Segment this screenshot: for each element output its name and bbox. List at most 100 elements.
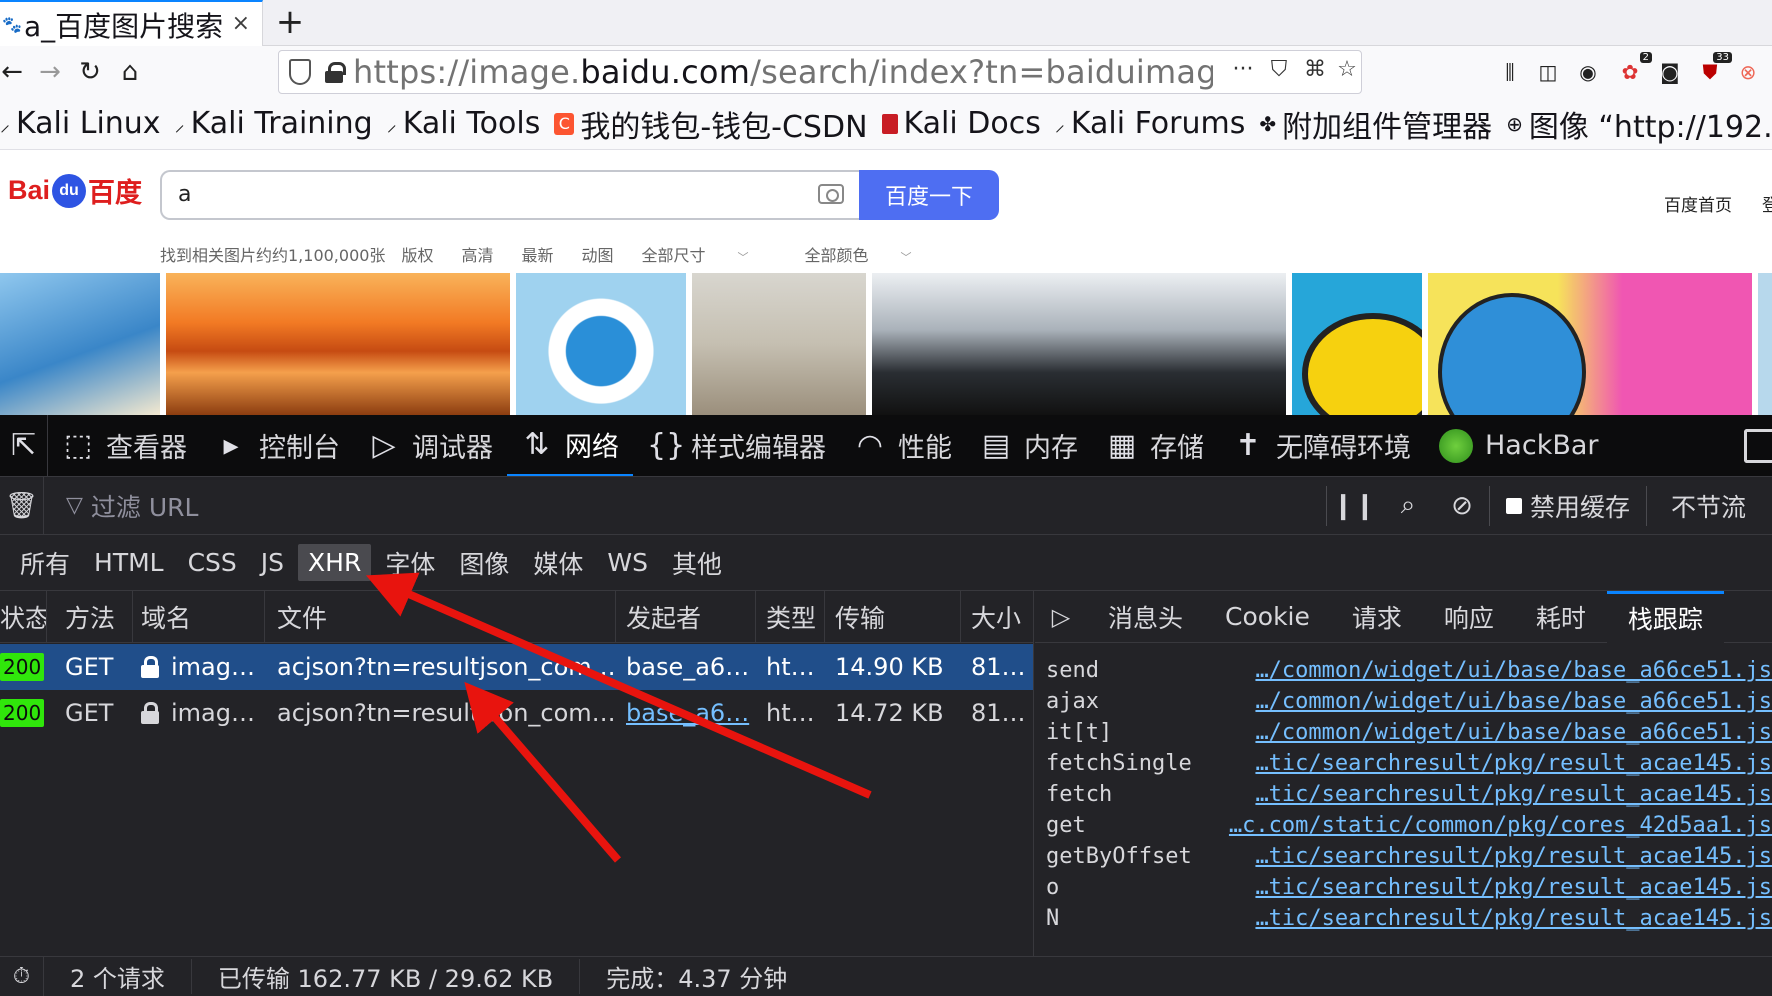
type-other[interactable]: 其他 xyxy=(662,541,732,585)
ublock-icon[interactable]: ⛊ 33 xyxy=(1694,52,1732,88)
stack-source-link[interactable]: …/common/widget/ui/base/base_a66ce51.js xyxy=(1255,720,1772,745)
filter-color-dropdown[interactable]: 全部颜色 ﹀ xyxy=(805,242,940,266)
type-all[interactable]: 所有 xyxy=(10,541,80,585)
tool-debugger[interactable]: ▷ 调试器 xyxy=(354,415,507,476)
image-result[interactable] xyxy=(692,273,866,415)
tool-accessibility[interactable]: ✝ 无障碍环境 xyxy=(1218,415,1425,476)
tool-style-editor[interactable]: {} 样式编辑器 xyxy=(633,415,840,476)
bookmark-kali-training[interactable]: ⸝ Kali Training xyxy=(175,106,373,141)
url-bar[interactable]: https://image.baidu.com/search/index?tn=… xyxy=(278,50,1362,94)
tab-response[interactable]: 响应 xyxy=(1423,591,1515,643)
stack-source-link[interactable]: …tic/searchresult/pkg/result_acae145.js xyxy=(1255,782,1772,807)
search-input-value[interactable]: a xyxy=(178,182,191,207)
image-result[interactable] xyxy=(1292,273,1422,415)
tab-stack-trace[interactable]: 栈跟踪 xyxy=(1606,591,1724,643)
image-result[interactable] xyxy=(1428,273,1752,415)
bookmark-kali-docs[interactable]: Kali Docs xyxy=(881,106,1041,141)
tab-timings[interactable]: 耗时 xyxy=(1515,591,1607,643)
tool-hackbar[interactable]: HackBar xyxy=(1425,415,1613,476)
type-css[interactable]: CSS xyxy=(178,544,247,581)
column-method[interactable]: 方法 xyxy=(47,591,133,642)
column-status[interactable]: 状态 xyxy=(0,591,47,642)
image-result[interactable] xyxy=(0,273,160,415)
image-result[interactable] xyxy=(872,273,1286,415)
tool-network[interactable]: ⇅ 网络 xyxy=(507,415,633,476)
back-arrow-icon[interactable]: ← xyxy=(0,54,30,90)
image-result[interactable] xyxy=(1758,273,1772,415)
filter-hd[interactable]: 高清 xyxy=(461,242,493,266)
filter-url-input[interactable]: ▽ 过滤 URL xyxy=(66,488,1326,524)
extension-proxy-icon[interactable]: ✿ 2 xyxy=(1614,52,1652,88)
element-picker-icon[interactable]: ⇱ xyxy=(0,415,48,476)
bookmark-kali-linux[interactable]: ⸝ Kali Linux xyxy=(0,106,161,141)
search-input[interactable]: a xyxy=(160,170,860,220)
block-icon[interactable]: ⊘ xyxy=(1435,477,1489,534)
dock-side-icon[interactable] xyxy=(1744,429,1772,463)
stack-source-link[interactable]: …/common/widget/ui/base/base_a66ce51.js xyxy=(1255,658,1772,683)
filter-copyright[interactable]: 版权 xyxy=(401,242,433,266)
bookmark-kali-forums[interactable]: ⸝ Kali Forums xyxy=(1055,106,1245,141)
page-actions-icon[interactable]: ··· xyxy=(1227,57,1259,82)
baidu-logo[interactable]: Bai du 百度 xyxy=(8,171,142,210)
stopwatch-icon[interactable]: ⏱ xyxy=(0,956,44,996)
bookmark-image[interactable]: ⊕图像 “http://192.168.1 xyxy=(1506,102,1772,146)
bookmark-csdn-wallet[interactable]: C 我的钱包-钱包-CSDN xyxy=(554,102,868,146)
account-icon[interactable]: ◉ xyxy=(1572,56,1604,88)
column-domain[interactable]: 域名 xyxy=(133,591,265,642)
checkbox-icon[interactable] xyxy=(1506,497,1522,514)
tool-storage[interactable]: ▦ 存储 xyxy=(1092,415,1218,476)
type-images[interactable]: 图像 xyxy=(449,541,519,585)
filter-latest[interactable]: 最新 xyxy=(521,242,553,266)
filter-animated[interactable]: 动图 xyxy=(581,242,613,266)
pause-icon[interactable]: ❙❙ xyxy=(1327,477,1381,534)
stack-source-link[interactable]: …tic/searchresult/pkg/result_acae145.js xyxy=(1255,906,1772,931)
forward-arrow-icon[interactable]: → xyxy=(32,54,68,90)
filter-size-dropdown[interactable]: 全部尺寸 ﹀ xyxy=(642,242,777,266)
type-media[interactable]: 媒体 xyxy=(523,541,593,585)
url-text[interactable]: https://image.baidu.com/search/index?tn=… xyxy=(353,53,1213,91)
search-button[interactable]: 百度一下 xyxy=(859,170,999,220)
initiator-cell[interactable]: base_a6… xyxy=(616,644,756,690)
column-transferred[interactable]: 传输 xyxy=(825,591,961,642)
shield-icon[interactable] xyxy=(289,59,311,85)
table-row[interactable]: 200 GET imag… acjson?tn=resultjson_com… … xyxy=(0,644,1033,690)
home-icon[interactable]: ⌂ xyxy=(112,54,148,90)
type-js[interactable]: JS xyxy=(251,544,294,581)
stack-source-link[interactable]: …tic/searchresult/pkg/result_acae145.js xyxy=(1255,875,1772,900)
login-link[interactable]: 登 xyxy=(1762,196,1772,216)
trash-icon[interactable]: 🗑 xyxy=(0,477,44,534)
star-bookmark-icon[interactable]: ☆ xyxy=(1331,57,1363,82)
stack-source-link[interactable]: …c.com/static/common/pkg/cores_42d5aa1.j… xyxy=(1229,813,1772,838)
initiator-cell[interactable]: base_a6… xyxy=(616,690,756,736)
column-initiator[interactable]: 发起者 xyxy=(616,591,756,642)
tab-request[interactable]: 请求 xyxy=(1331,591,1423,643)
baidu-home-link[interactable]: 百度首页 xyxy=(1664,196,1732,216)
pocket-icon[interactable]: ⛉ xyxy=(1263,57,1295,82)
bookmark-addons-manager[interactable]: ✤ 附加组件管理器 xyxy=(1259,102,1492,146)
tool-memory[interactable]: ▤ 内存 xyxy=(966,415,1092,476)
image-result[interactable] xyxy=(166,273,510,415)
extension-mask-icon[interactable]: ◙ xyxy=(1654,56,1686,88)
column-type[interactable]: 类型 xyxy=(756,591,825,642)
library-icon[interactable]: ⫼ xyxy=(1494,56,1526,88)
new-tab-button[interactable]: + xyxy=(270,2,310,42)
tab-headers[interactable]: 消息头 xyxy=(1087,591,1204,643)
toggle-panel-icon[interactable]: ▷ xyxy=(1035,603,1087,631)
type-ws[interactable]: WS xyxy=(597,544,658,581)
reload-icon[interactable]: ↻ xyxy=(72,54,108,90)
table-row[interactable]: 200 GET imag… acjson?tn=resultjson_com… … xyxy=(0,690,1033,736)
tool-inspector[interactable]: ⬚ 查看器 xyxy=(48,415,201,476)
image-result[interactable] xyxy=(516,273,686,415)
stack-source-link[interactable]: …tic/searchresult/pkg/result_acae145.js xyxy=(1255,844,1772,869)
throttling-select[interactable]: 不节流 xyxy=(1647,488,1746,524)
sidebar-icon[interactable]: ◫ xyxy=(1532,56,1564,88)
tab-cookies[interactable]: Cookie xyxy=(1204,591,1331,643)
stack-source-link[interactable]: …tic/searchresult/pkg/result_acae145.js xyxy=(1255,751,1772,776)
column-size[interactable]: 大小 xyxy=(961,591,1033,642)
camera-icon[interactable] xyxy=(818,184,844,204)
translate-icon[interactable]: ⌘ xyxy=(1299,57,1331,82)
column-file[interactable]: 文件 xyxy=(265,591,616,642)
type-html[interactable]: HTML xyxy=(84,544,174,581)
tool-performance[interactable]: ◠ 性能 xyxy=(840,415,966,476)
disable-cache-checkbox[interactable]: 禁用缓存 xyxy=(1490,488,1646,524)
